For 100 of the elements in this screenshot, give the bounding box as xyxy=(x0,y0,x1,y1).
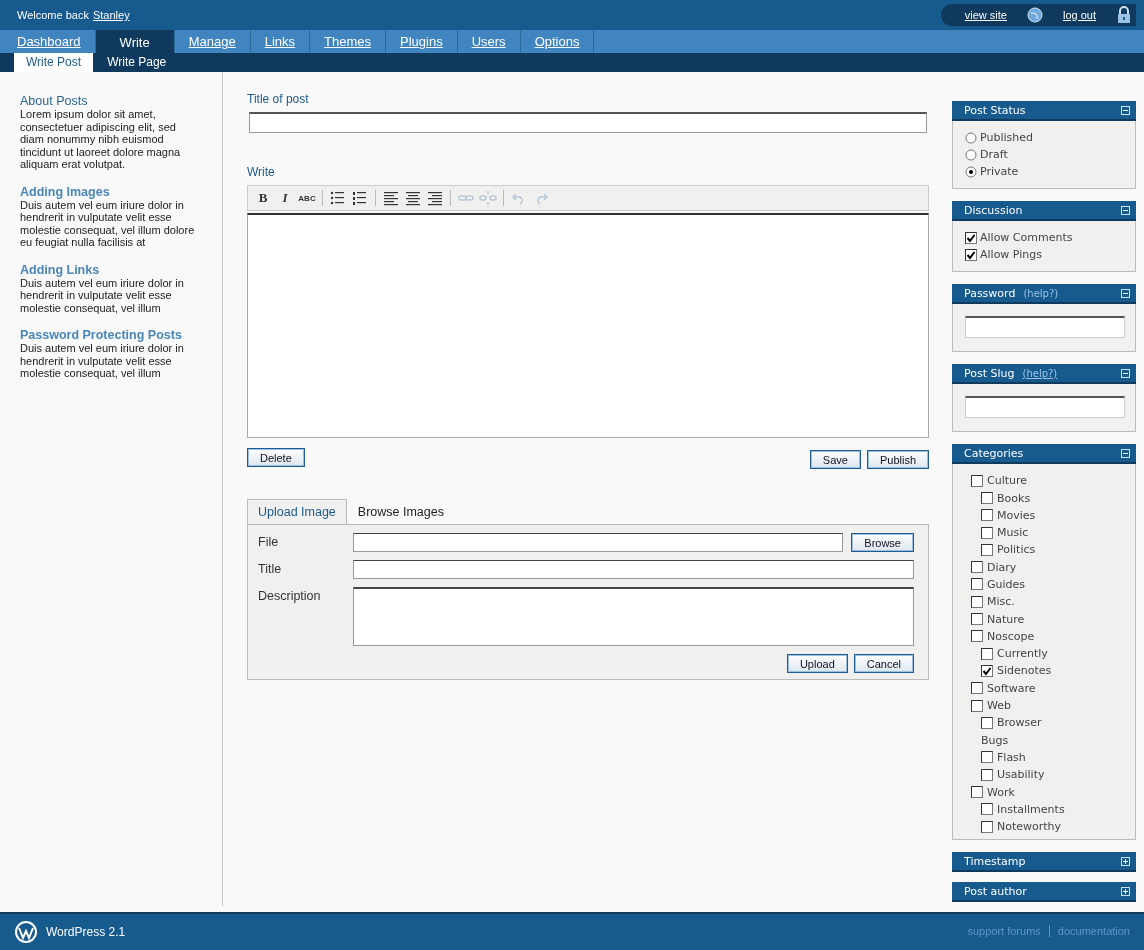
checkbox[interactable] xyxy=(981,803,993,816)
italic-button[interactable]: I xyxy=(276,189,294,208)
help-heading: Adding Images xyxy=(20,184,111,199)
collapse-icon[interactable] xyxy=(1121,105,1130,115)
checkbox[interactable] xyxy=(971,578,983,591)
divider-icon xyxy=(1048,925,1050,938)
numbered-list-icon[interactable] xyxy=(351,189,369,208)
checkbox[interactable] xyxy=(971,630,983,643)
checkbox[interactable] xyxy=(981,768,993,781)
panel-header[interactable]: Timestamp xyxy=(952,852,1136,873)
header-link[interactable]: log out xyxy=(1062,9,1096,22)
panel-header[interactable]: Post Slug (help?) xyxy=(952,364,1136,385)
category-label: Culture xyxy=(987,474,1028,488)
checkbox[interactable] xyxy=(981,820,993,833)
panel-header[interactable]: Post author xyxy=(952,882,1136,903)
wordpress-logo-icon xyxy=(14,920,38,945)
checkbox[interactable] xyxy=(981,543,993,556)
help-text: Lorem ipsum dolor sit amet, consectetuer adipiscing elit, sed diam nonummy nibh euismod tincidunt ut laoreet dolore magna aliquam erat volutpat. xyxy=(20,108,182,171)
category-label: Movies xyxy=(997,508,1036,522)
category-label: Sidenotes xyxy=(997,664,1052,678)
align-center-icon[interactable] xyxy=(404,189,422,208)
checkbox[interactable] xyxy=(981,716,993,729)
checkbox[interactable] xyxy=(971,786,983,799)
upload-tab[interactable]: Browse Images xyxy=(346,499,455,525)
checkbox[interactable] xyxy=(971,699,983,712)
collapse-icon[interactable] xyxy=(1121,448,1130,458)
checkbox[interactable] xyxy=(981,526,993,539)
radio-button[interactable] xyxy=(965,165,977,178)
option-label: Published xyxy=(980,131,1033,145)
category-label: Books xyxy=(997,491,1031,505)
align-left-icon[interactable] xyxy=(382,189,400,208)
radio-button[interactable] xyxy=(965,131,977,144)
radio-button[interactable] xyxy=(965,148,977,161)
option-label: Private xyxy=(980,165,1019,179)
category-label: Software xyxy=(987,681,1036,695)
text-input[interactable] xyxy=(965,396,1125,419)
upload-form-button[interactable]: Cancel xyxy=(853,654,914,674)
field-label: Description xyxy=(258,588,322,604)
delete-button[interactable]: Delete xyxy=(247,448,305,468)
padlock-icon xyxy=(1116,6,1132,25)
collapse-icon[interactable] xyxy=(1121,288,1130,298)
save-button[interactable]: Save xyxy=(809,450,861,470)
category-label: Nature xyxy=(987,612,1025,626)
header-link[interactable]: view site xyxy=(964,9,1007,22)
category-label: Noscope xyxy=(987,629,1035,643)
description-input[interactable] xyxy=(353,587,914,647)
checkbox[interactable] xyxy=(965,231,977,244)
category-label: Noteworthy xyxy=(997,820,1062,834)
panel-title: Discussion xyxy=(964,203,1023,217)
panel-header[interactable]: Discussion xyxy=(952,201,1136,222)
field-label: Title xyxy=(258,561,283,577)
help-heading: About Posts xyxy=(20,94,89,109)
category-label: Web xyxy=(987,699,1011,713)
browse-button[interactable]: Browse xyxy=(851,533,914,553)
panel-header[interactable]: Password (help?) xyxy=(952,284,1136,305)
panel-header[interactable]: Categories xyxy=(952,444,1136,465)
subnav-tab[interactable]: Write Page xyxy=(95,53,179,73)
checkbox[interactable] xyxy=(971,474,983,487)
subnav-tab[interactable]: Write Post xyxy=(14,53,94,73)
file-input[interactable] xyxy=(353,533,844,553)
checkbox[interactable] xyxy=(981,492,993,504)
help-text: Duis autem vel eum iriure dolor in hendrerit in vulputate velit esse molestie consequat, vel illum dolore eu feugiat nulla facilisis at xyxy=(20,198,196,249)
publish-button[interactable]: Publish xyxy=(866,450,929,470)
field-label: Title of post xyxy=(247,92,310,107)
checkbox[interactable] xyxy=(971,682,983,695)
title-input[interactable] xyxy=(249,112,927,134)
expand-icon[interactable] xyxy=(1121,886,1130,896)
nav-tab[interactable]: Write xyxy=(95,30,175,55)
collapse-icon[interactable] xyxy=(1121,368,1130,378)
panel-header[interactable]: Post Status xyxy=(952,101,1136,122)
checkbox[interactable] xyxy=(971,595,983,608)
checkbox[interactable] xyxy=(981,509,993,522)
bold-button[interactable]: B xyxy=(254,189,272,208)
help-link[interactable]: (help?) xyxy=(1022,367,1058,379)
product-version: WordPress 2.1 xyxy=(46,925,126,940)
username-link[interactable]: Stanley xyxy=(92,9,130,22)
expand-icon[interactable] xyxy=(1121,856,1130,866)
panel-title: Post Status xyxy=(964,103,1026,117)
align-right-icon[interactable] xyxy=(426,189,444,208)
text-input[interactable] xyxy=(965,316,1125,339)
checkbox[interactable] xyxy=(981,664,993,677)
help-link[interactable]: (help?) xyxy=(1023,287,1059,299)
help-heading: Adding Links xyxy=(20,262,101,277)
help-heading: Password Protecting Posts xyxy=(20,328,183,343)
upload-tab[interactable]: Upload Image xyxy=(247,499,347,525)
checkbox[interactable] xyxy=(981,647,993,660)
option-label: Allow Comments xyxy=(980,231,1073,245)
category-label: Installments xyxy=(997,802,1065,816)
field-label: File xyxy=(258,534,280,550)
category-label: Music xyxy=(997,526,1029,540)
category-label: Misc. xyxy=(987,595,1015,609)
collapse-icon[interactable] xyxy=(1121,205,1130,215)
checkbox[interactable] xyxy=(971,613,983,626)
title-input[interactable] xyxy=(353,560,914,580)
upload-form-button[interactable]: Upload xyxy=(786,654,848,674)
category-label: Browser xyxy=(997,716,1042,730)
strike-button[interactable]: ABC xyxy=(298,189,316,208)
checkbox[interactable] xyxy=(981,751,993,764)
checkbox[interactable] xyxy=(965,248,977,261)
checkbox[interactable] xyxy=(971,561,983,574)
